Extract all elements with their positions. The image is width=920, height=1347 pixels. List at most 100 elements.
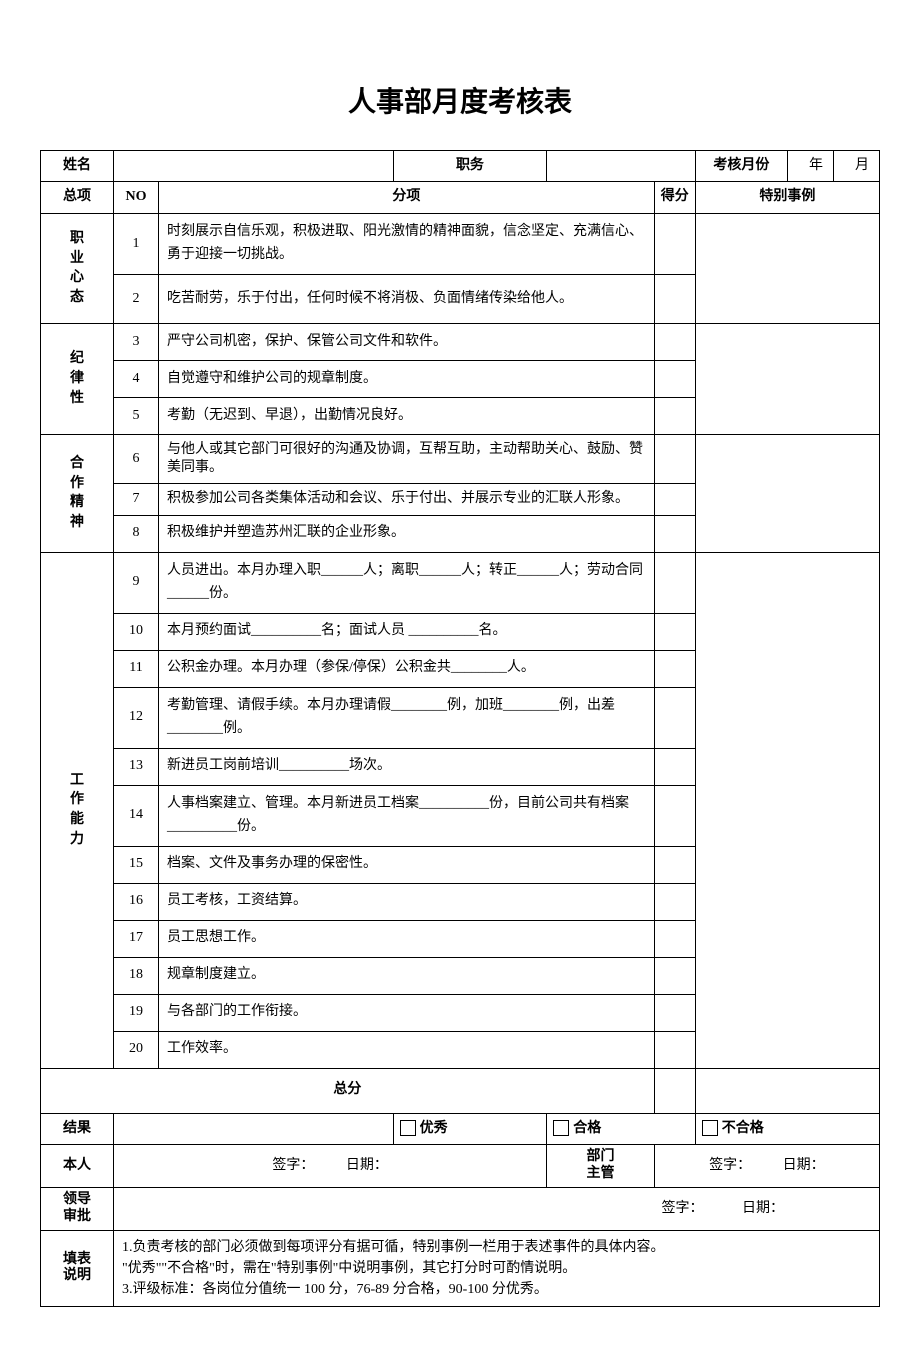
row-no: 9 <box>114 552 159 613</box>
row-no: 7 <box>114 484 159 515</box>
row-score[interactable] <box>654 1031 695 1068</box>
row-score[interactable] <box>654 274 695 323</box>
result-fail[interactable]: 不合格 <box>695 1113 879 1144</box>
row-item: 积极参加公司各类集体活动和会议、乐于付出、并展示专业的汇联人形象。 <box>159 484 655 515</box>
table-row: 工 作 能 力 9 人员进出。本月办理入职______人；离职______人；转… <box>41 552 880 613</box>
row-item: 规章制度建立。 <box>159 957 655 994</box>
row-special[interactable] <box>695 434 879 552</box>
row-special[interactable] <box>695 323 879 434</box>
row-score[interactable] <box>654 515 695 552</box>
total-score[interactable] <box>654 1068 695 1113</box>
row-no: 1 <box>114 213 159 274</box>
year-suffix: 年 <box>788 151 834 182</box>
row-no: 8 <box>114 515 159 552</box>
header-info-row: 姓名 职务 考核月份 年 月 <box>41 151 880 182</box>
total-special[interactable] <box>695 1068 879 1113</box>
position-value[interactable] <box>547 151 696 182</box>
row-score[interactable] <box>654 360 695 397</box>
result-excellent[interactable]: 优秀 <box>393 1113 547 1144</box>
row-item: 人员进出。本月办理入职______人；离职______人；转正______人；劳… <box>159 552 655 613</box>
table-row: 纪 律 性 3 严守公司机密，保护、保管公司文件和软件。 <box>41 323 880 360</box>
col-special: 特别事例 <box>695 182 879 213</box>
row-item: 严守公司机密，保护、保管公司文件和软件。 <box>159 323 655 360</box>
row-no: 3 <box>114 323 159 360</box>
row-score[interactable] <box>654 484 695 515</box>
result-label: 结果 <box>41 1113 114 1144</box>
name-value[interactable] <box>114 151 394 182</box>
row-score[interactable] <box>654 748 695 785</box>
month-suffix: 月 <box>834 151 880 182</box>
row-score[interactable] <box>654 957 695 994</box>
section-label-4: 工 作 能 力 <box>41 552 114 1068</box>
leader-label: 领导 审批 <box>41 1187 114 1230</box>
row-score[interactable] <box>654 613 695 650</box>
row-score[interactable] <box>654 434 695 483</box>
row-item: 档案、文件及事务办理的保密性。 <box>159 846 655 883</box>
leader-signature-row: 领导 审批 签字： 日期： <box>41 1187 880 1230</box>
table-row: 合 作 精 神 6 与他人或其它部门可很好的沟通及协调，互帮互助，主动帮助关心、… <box>41 434 880 483</box>
row-no: 13 <box>114 748 159 785</box>
row-item: 员工考核，工资结算。 <box>159 883 655 920</box>
total-label: 总分 <box>41 1068 655 1113</box>
col-no: NO <box>114 182 159 213</box>
row-no: 4 <box>114 360 159 397</box>
row-item: 自觉遵守和维护公司的规章制度。 <box>159 360 655 397</box>
row-score[interactable] <box>654 846 695 883</box>
row-score[interactable] <box>654 213 695 274</box>
assessment-table: 姓名 职务 考核月份 年 月 总项 NO 分项 得分 特别事例 职 业 心 态 … <box>40 150 880 1307</box>
row-score[interactable] <box>654 552 695 613</box>
row-score[interactable] <box>654 323 695 360</box>
row-item: 时刻展示自信乐观，积极进取、阳光激情的精神面貌，信念坚定、充满信心、勇于迎接一切… <box>159 213 655 274</box>
row-item: 公积金办理。本月办理（参保/停保）公积金共________人。 <box>159 650 655 687</box>
instructions-row: 填表 说明 1.负责考核的部门必须做到每项评分有据可循，特别事例一栏用于表述事件… <box>41 1230 880 1306</box>
row-no: 2 <box>114 274 159 323</box>
row-item: 积极维护并塑造苏州汇联的企业形象。 <box>159 515 655 552</box>
row-no: 20 <box>114 1031 159 1068</box>
row-no: 11 <box>114 650 159 687</box>
section-label-2: 纪 律 性 <box>41 323 114 434</box>
row-item: 考勤管理、请假手续。本月办理请假________例，加班________例，出差… <box>159 687 655 748</box>
row-score[interactable] <box>654 785 695 846</box>
row-item: 工作效率。 <box>159 1031 655 1068</box>
row-item: 考勤（无迟到、早退），出勤情况良好。 <box>159 397 655 434</box>
row-no: 5 <box>114 397 159 434</box>
result-blank-1[interactable] <box>114 1113 394 1144</box>
row-item: 与各部门的工作衔接。 <box>159 994 655 1031</box>
page-title: 人事部月度考核表 <box>40 80 880 120</box>
row-item: 本月预约面试__________名；面试人员 __________名。 <box>159 613 655 650</box>
instructions-text: 1.负责考核的部门必须做到每项评分有据可循，特别事例一栏用于表述事件的具体内容。… <box>114 1230 880 1306</box>
row-no: 15 <box>114 846 159 883</box>
table-row: 职 业 心 态 1 时刻展示自信乐观，积极进取、阳光激情的精神面貌，信念坚定、充… <box>41 213 880 274</box>
row-score[interactable] <box>654 687 695 748</box>
instructions-label: 填表 说明 <box>41 1230 114 1306</box>
row-score[interactable] <box>654 397 695 434</box>
col-category: 总项 <box>41 182 114 213</box>
section-label-3: 合 作 精 神 <box>41 434 114 552</box>
row-no: 10 <box>114 613 159 650</box>
row-no: 16 <box>114 883 159 920</box>
column-header-row: 总项 NO 分项 得分 特别事例 <box>41 182 880 213</box>
row-no: 12 <box>114 687 159 748</box>
row-item: 人事档案建立、管理。本月新进员工档案__________份，目前公司共有档案__… <box>159 785 655 846</box>
dept-label: 部门 主管 <box>547 1144 654 1187</box>
row-no: 17 <box>114 920 159 957</box>
self-sign[interactable]: 签字： 日期： <box>114 1144 547 1187</box>
self-label: 本人 <box>41 1144 114 1187</box>
row-item: 与他人或其它部门可很好的沟通及协调，互帮互助，主动帮助关心、鼓励、赞美同事。 <box>159 434 655 483</box>
col-score: 得分 <box>654 182 695 213</box>
result-row: 结果 优秀 合格 不合格 <box>41 1113 880 1144</box>
result-pass[interactable]: 合格 <box>547 1113 696 1144</box>
row-score[interactable] <box>654 994 695 1031</box>
row-score[interactable] <box>654 650 695 687</box>
row-score[interactable] <box>654 920 695 957</box>
row-special[interactable] <box>695 552 879 1068</box>
row-special[interactable] <box>695 213 879 323</box>
leader-sign[interactable]: 签字： 日期： <box>114 1187 880 1230</box>
row-no: 18 <box>114 957 159 994</box>
row-item: 新进员工岗前培训__________场次。 <box>159 748 655 785</box>
row-no: 14 <box>114 785 159 846</box>
row-score[interactable] <box>654 883 695 920</box>
row-no: 19 <box>114 994 159 1031</box>
dept-sign[interactable]: 签字： 日期： <box>654 1144 879 1187</box>
row-no: 6 <box>114 434 159 483</box>
